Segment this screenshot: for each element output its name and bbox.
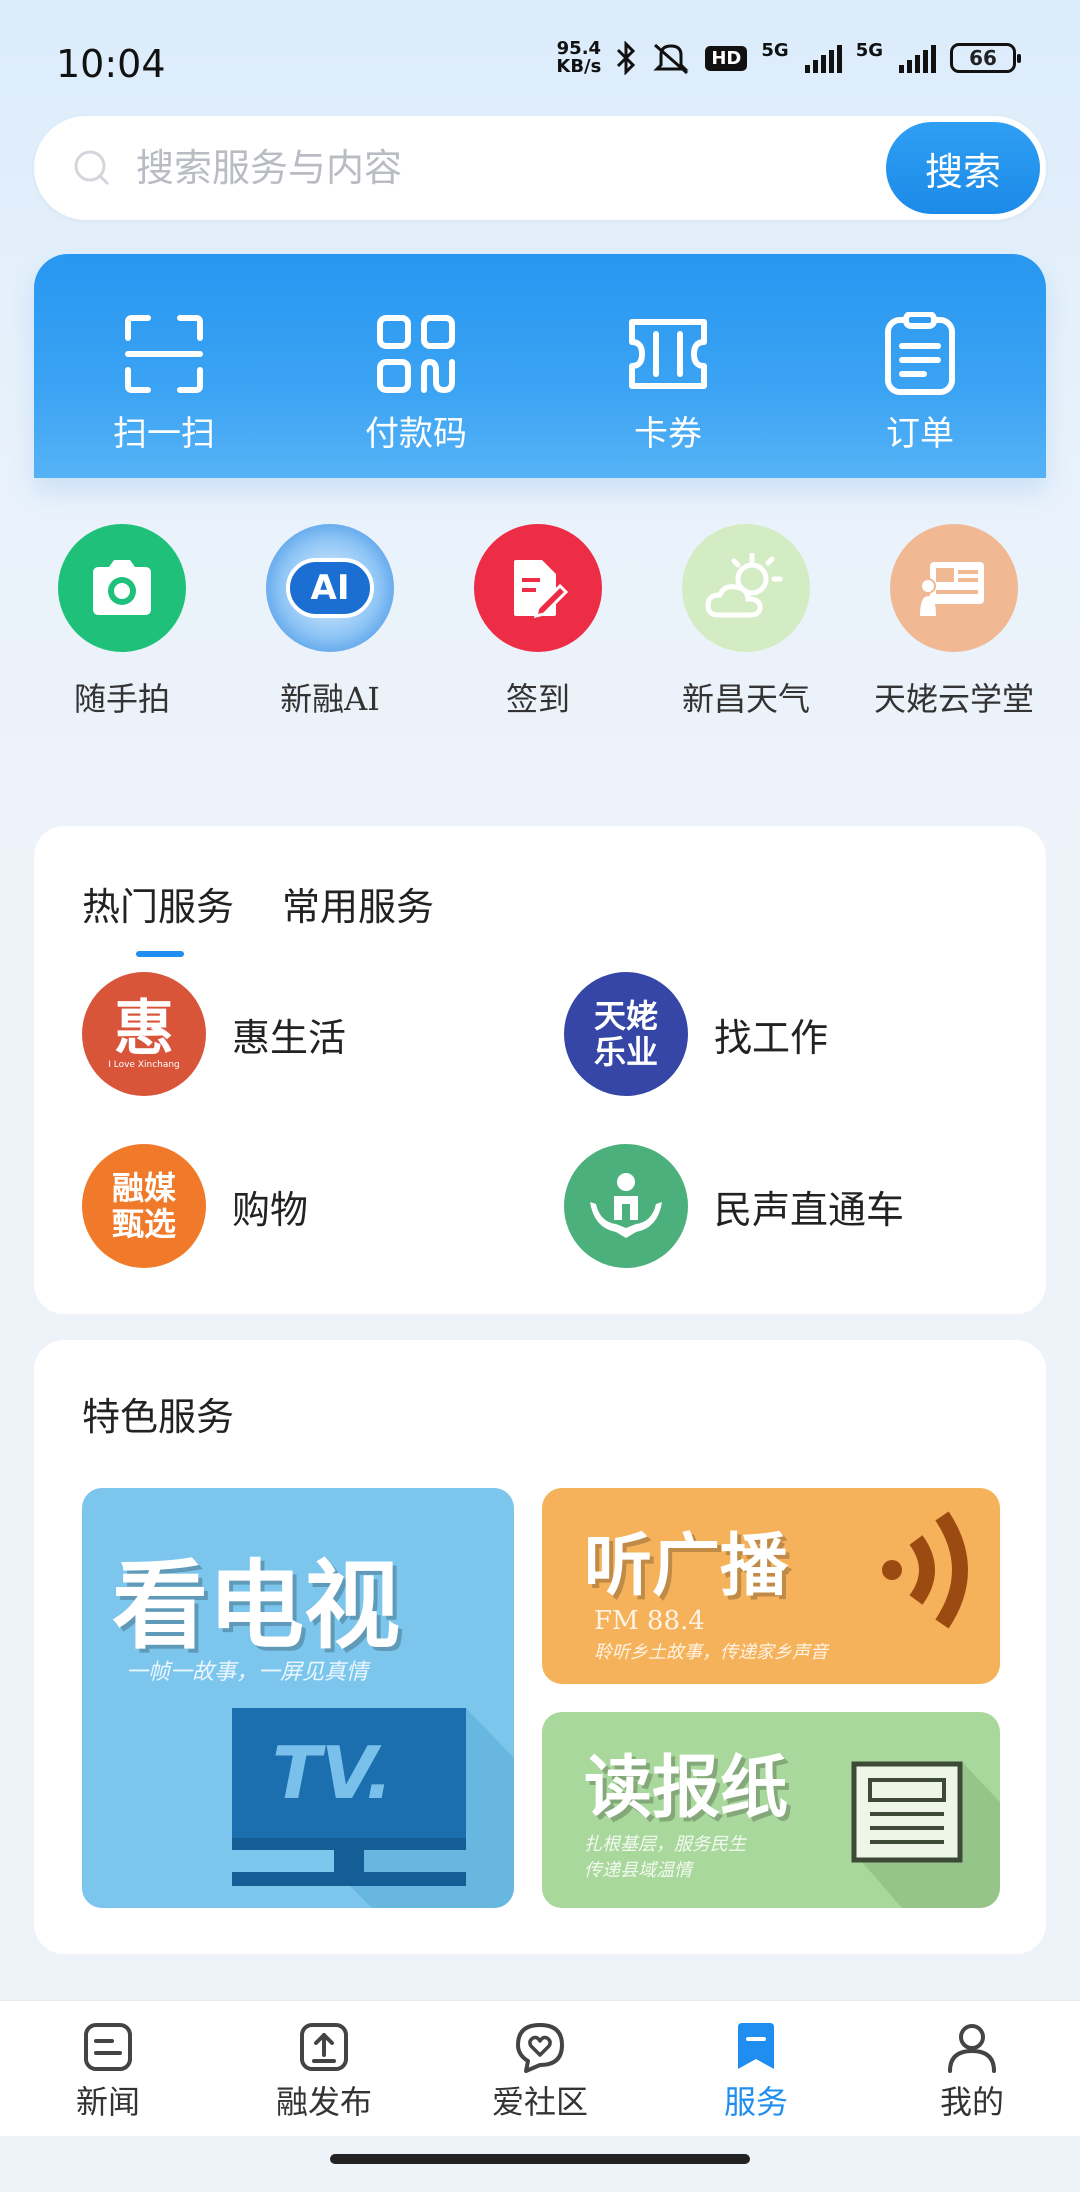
featured-title: 特色服务 [82,1395,235,1439]
service-hui-life[interactable]: 惠 I Love Xinchang 惠生活 [82,972,346,1096]
hot-services-card: 热门服务 常用服务 惠 I Love Xinchang 惠生活 天姥乐业 找工作… [34,826,1046,1314]
shopping-logo: 融媒甄选 [82,1144,206,1268]
hands-person-icon [564,1144,688,1268]
publish-icon [300,2023,348,2071]
scan-button[interactable]: 扫一扫 [74,312,254,455]
service-find-job[interactable]: 天姥乐业 找工作 [564,972,828,1096]
watch-tv-tile[interactable]: 看电视 一帧一故事，一屏见真情 TV. [82,1488,514,1908]
battery-icon: 66 [950,43,1021,73]
hd-badge: HD [705,45,748,71]
app-classroom[interactable]: 天姥云学堂 [854,524,1054,720]
network-speed: 95.4 KB/s [556,38,602,77]
profile-icon [948,2024,996,2073]
camera-icon [58,524,186,652]
status-bar: 10:04 95.4 KB/s HD 5G 5G 66 [0,0,1080,120]
tv-icon: TV. [232,1708,514,1908]
nav-service[interactable]: 服务 [676,2019,836,2123]
service-shopping[interactable]: 融媒甄选 购物 [82,1144,308,1268]
search-input[interactable] [136,138,836,198]
ai-badge: AI [286,558,374,618]
community-icon [516,2023,564,2073]
home-indicator[interactable] [330,2154,750,2164]
service-public-voice[interactable]: 民声直通车 [564,1144,904,1268]
tab-common-services[interactable]: 常用服务 [282,876,434,931]
coupon-button[interactable]: 卡券 [578,312,758,455]
listen-radio-tile[interactable]: 听广播 FM 88.4 聆听乡土故事，传递家乡声音 [542,1488,1000,1684]
network-type-2: 5G [855,40,883,61]
app-camera[interactable]: 随手拍 [22,524,222,720]
payment-code-button[interactable]: 付款码 [326,312,506,455]
nav-news[interactable]: 新闻 [28,2019,188,2123]
ai-icon: AI [266,524,394,652]
quick-actions-banner: 扫一扫 付款码 卡券 订单 [34,254,1046,478]
find-job-logo: 天姥乐业 [564,972,688,1096]
bluetooth-icon [617,41,636,75]
status-icons: 95.4 KB/s HD 5G 5G 66 [556,38,1021,77]
search-bar[interactable]: 搜索 [34,116,1046,220]
sign-in-icon [474,524,602,652]
nav-publish[interactable]: 融发布 [244,2019,404,2123]
classroom-icon [890,524,1018,652]
quick-apps: 随手拍 AI 新融AI 签到 新昌天气 天姥云学堂 [0,524,1080,724]
payment-code-icon [377,315,455,394]
mute-icon [653,43,689,75]
read-newspaper-tile[interactable]: 读报纸 扎根基层，服务民生 传递县域温情 [542,1712,1000,1908]
app-sign-in[interactable]: 签到 [438,524,638,720]
coupon-icon [629,319,707,389]
news-icon [84,2023,132,2071]
service-tabs: 热门服务 常用服务 [82,876,434,957]
service-icon [738,2023,774,2069]
featured-services-card: 特色服务 看电视 一帧一故事，一屏见真情 TV. 听广播 FM 88.4 聆听乡… [34,1340,1046,1954]
tv-badge: TV. [272,1731,393,1815]
nav-community[interactable]: 爱社区 [460,2019,620,2123]
search-icon [74,150,110,186]
order-icon [885,312,955,395]
network-type-1: 5G [761,40,789,61]
radio-waves-icon [882,1511,968,1629]
nav-profile[interactable]: 我的 [892,2019,1052,2123]
tab-hot-services[interactable]: 热门服务 [82,876,234,957]
hui-life-logo: 惠 I Love Xinchang [82,972,206,1096]
signal-icon-2 [899,43,936,73]
scan-icon [125,315,203,393]
app-ai[interactable]: AI 新融AI [230,524,430,720]
search-button[interactable]: 搜索 [886,122,1040,214]
newspaper-icon [851,1761,1000,1908]
weather-icon [682,524,810,652]
app-weather[interactable]: 新昌天气 [646,524,846,720]
status-time: 10:04 [56,42,166,86]
bottom-navigation: 新闻 融发布 爱社区 服务 我的 [0,2000,1080,2136]
order-button[interactable]: 订单 [830,312,1010,455]
signal-icon-1 [804,43,842,73]
